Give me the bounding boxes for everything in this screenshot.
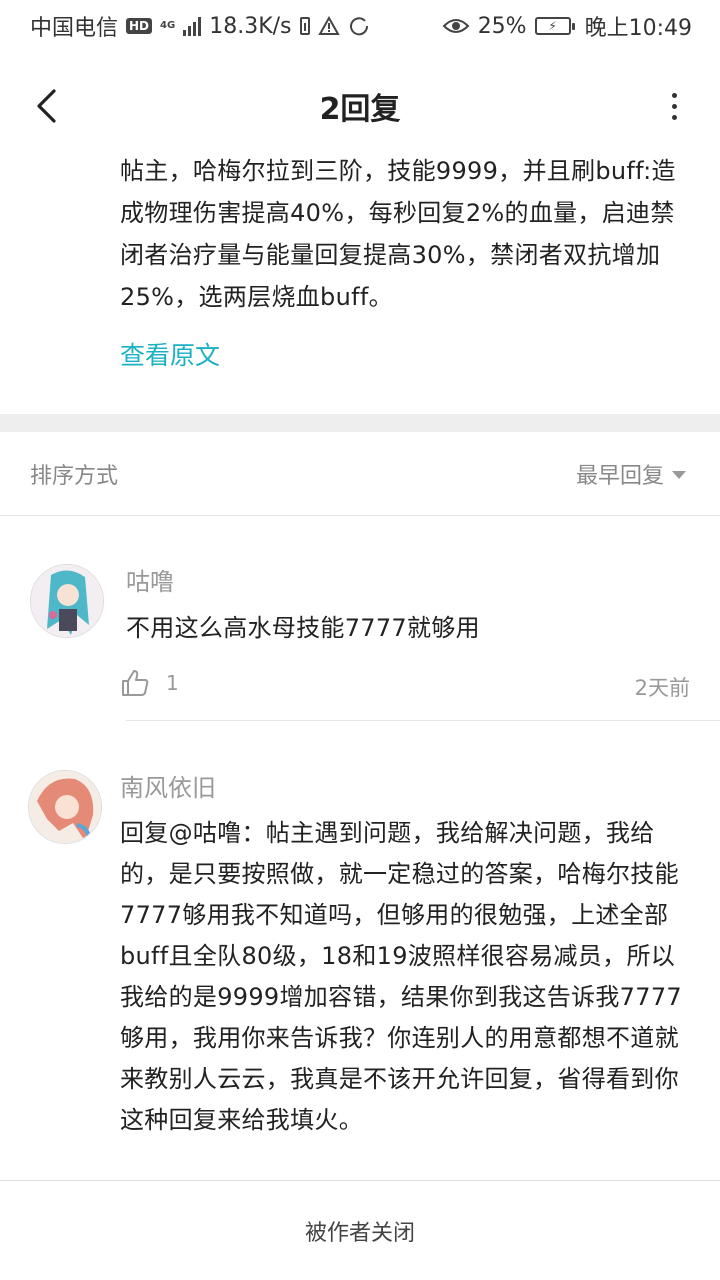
caret-down-icon (672, 470, 686, 479)
like-button[interactable]: 1 (120, 668, 179, 698)
app-screen: 中国电信 HD 4G 18.3K/s 25% ⚡ 晚上10:49 2回复 帖主，… (0, 0, 720, 1280)
status-bar-right: 25% ⚡ 晚上10:49 (442, 10, 692, 42)
back-button[interactable] (26, 82, 66, 130)
sort-selected-value: 最早回复 (575, 463, 664, 489)
reply-item: 南风依旧 回复@咕噜：帖主遇到问题，我给解决问题，我给的，是只要按照做，就一定稳… (0, 722, 720, 1180)
network-speed: 18.3K/s (209, 13, 292, 39)
reply-text: 不用这么高水母技能7777就够用 (126, 614, 480, 642)
top-nav: 2回复 (0, 52, 720, 160)
reply-text: 回复@咕噜：帖主遇到问题，我给解决问题，我给的，是只要按照做，就一定稳过的答案，… (120, 819, 682, 1134)
status-bar: 中国电信 HD 4G 18.3K/s 25% ⚡ 晚上10:49 (0, 0, 720, 52)
more-options-button[interactable] (664, 82, 684, 130)
section-divider (0, 414, 720, 432)
battery-percent: 25% (477, 13, 527, 39)
sort-dropdown[interactable]: 最早回复 (576, 458, 686, 490)
sort-bar: 排序方式 最早回复 (0, 432, 720, 516)
signal-icon (183, 16, 202, 36)
carrier-name: 中国电信 (30, 16, 119, 41)
status-bar-left: 中国电信 HD 4G 18.3K/s (30, 10, 370, 42)
reply-divider (126, 720, 720, 721)
battery-charging-icon: ⚡ (534, 17, 575, 35)
reply-item: 咕噜 不用这么高水母技能7777就够用 1 2天前 (0, 516, 720, 722)
reply-closed-notice: 被作者关闭 (304, 1220, 415, 1246)
network-type: 4G (160, 20, 176, 31)
clock: 晚上10:49 (584, 16, 692, 41)
warning-icon (317, 16, 340, 35)
more-dots-icon (671, 92, 677, 98)
reply-timestamp: 2天前 (634, 676, 690, 700)
battery-saver-icon (299, 17, 310, 35)
chevron-left-icon (37, 89, 56, 123)
sort-label: 排序方式 (30, 463, 119, 489)
original-post-excerpt: 帖主，哈梅尔拉到三阶，技能9999，并且刷buff:造成物理伤害提高40%，每秒… (0, 150, 720, 414)
avatar[interactable] (28, 770, 102, 844)
view-original-link[interactable]: 查看原文 (120, 336, 220, 372)
reply-closed-bar: 被作者关闭 (0, 1180, 720, 1280)
eye-icon (442, 19, 470, 33)
thumbs-up-icon (122, 670, 149, 696)
reply-author[interactable]: 咕噜 (126, 562, 174, 597)
hd-badge: HD (126, 18, 153, 34)
page-title: 2回复 (319, 92, 401, 127)
like-count: 1 (166, 671, 179, 695)
reply-author[interactable]: 南风依旧 (120, 768, 216, 803)
avatar[interactable] (30, 564, 104, 638)
post-text: 帖主，哈梅尔拉到三阶，技能9999，并且刷buff:造成物理伤害提高40%，每秒… (120, 157, 676, 311)
sync-icon (349, 17, 368, 36)
